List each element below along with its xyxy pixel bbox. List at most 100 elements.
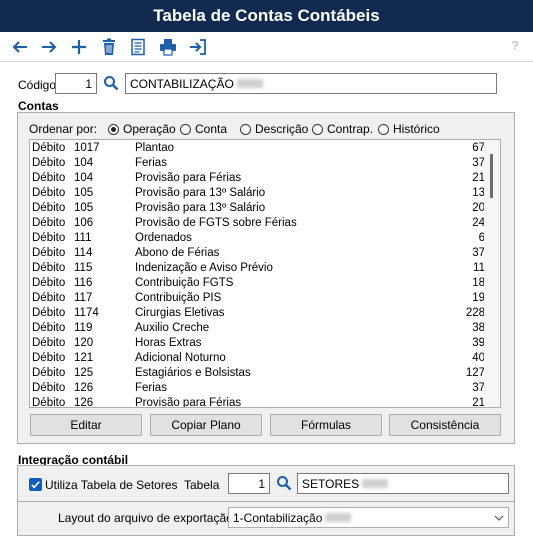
codigo-label: Código (18, 78, 57, 92)
list-row[interactable]: Débito 105 Provisão para 13º Salário 13 (30, 186, 485, 201)
scrollbar-thumb[interactable] (490, 154, 493, 198)
row-operacao: Débito (32, 187, 66, 199)
document-icon[interactable] (127, 36, 149, 58)
list-row[interactable]: Débito 111 Ordenados 6 (30, 231, 485, 246)
row-conta: 104 (74, 157, 94, 169)
radio-contrap[interactable]: Contrap. (312, 122, 373, 136)
row-conta: 106 (74, 217, 94, 229)
list-row[interactable]: Débito 125 Estagiários e Bolsistas 127 (30, 366, 485, 381)
row-descricao: Contribuição FGTS (135, 277, 234, 289)
row-descricao: Contribuição PIS (135, 292, 222, 304)
radio-dot (312, 123, 323, 135)
layout-select[interactable]: 1-Contabilização (228, 507, 509, 528)
row-descricao: Estagiários e Bolsistas (135, 367, 251, 379)
row-conta: 119 (74, 322, 93, 334)
row-operacao: Débito (32, 337, 66, 349)
formulas-button[interactable]: Fórmulas (270, 414, 382, 436)
row-operacao: Débito (32, 352, 66, 364)
radio-descricao[interactable]: Descrição (240, 122, 308, 136)
list-row[interactable]: Débito 104 Ferias 37 (30, 156, 485, 171)
arrow-right-icon[interactable] (38, 36, 60, 58)
list-row[interactable]: Débito 106 Provisão de FGTS sobre Férias 24 (30, 216, 485, 231)
description-input[interactable]: CONTABILIZAÇÃO (125, 73, 497, 94)
chevron-down-icon (490, 508, 508, 527)
row-descricao: Provisão para Férias (135, 397, 242, 408)
radio-operacao[interactable]: Operação (108, 122, 176, 136)
row-operacao: Débito (32, 397, 66, 408)
row-operacao: Débito (32, 142, 66, 154)
order-label: Ordenar por: (29, 122, 98, 136)
search-icon[interactable] (101, 73, 121, 93)
list-row[interactable]: Débito 120 Horas Extras 39 (30, 336, 485, 351)
plus-icon[interactable] (68, 36, 90, 58)
list-row[interactable]: Débito 105 Provisão para 13º Salário 20 (30, 201, 485, 216)
copiar-plano-button[interactable]: Copiar Plano (150, 414, 262, 436)
printer-icon[interactable] (157, 36, 179, 58)
row-conta: 111 (74, 232, 92, 244)
list-row[interactable]: Débito 126 Ferias 37 (30, 381, 485, 396)
row-conta: 120 (74, 337, 94, 349)
contas-list[interactable]: Débito 1017 Plantao 67 Débito 104 Ferias 37 Débi… (29, 139, 501, 408)
row-operacao: Débito (32, 292, 66, 304)
list-row[interactable]: Débito 1017 Plantao 67 (30, 141, 485, 156)
window-title-bar: Tabela de Contas Contábeis (0, 0, 533, 32)
row-descricao: Provisão para 13º Salário (135, 187, 266, 199)
row-descricao: Ferias (135, 157, 167, 169)
vertical-scrollbar[interactable] (484, 140, 500, 407)
list-row[interactable]: Débito 117 Contribuição PIS 19 (30, 291, 485, 306)
list-row[interactable]: Débito 104 Provisão para Férias 21 (30, 171, 485, 186)
radio-historico[interactable]: Histórico (378, 122, 440, 136)
list-row[interactable]: Débito 119 Auxilio Creche 38 (30, 321, 485, 336)
list-row[interactable]: Débito 115 Indenização e Aviso Prévio 11 (30, 261, 485, 276)
radio-dot (180, 123, 191, 135)
row-operacao: Débito (32, 322, 66, 334)
row-descricao: Provisão de FGTS sobre Férias (135, 217, 297, 229)
row-operacao: Débito (32, 232, 66, 244)
search-icon[interactable] (274, 473, 294, 493)
utiliza-setores-checkbox[interactable] (29, 478, 42, 491)
row-conta: 115 (74, 262, 93, 274)
row-conta: 1017 (74, 142, 100, 154)
row-operacao: Débito (32, 262, 66, 274)
toolbar: ? (0, 32, 533, 62)
row-descricao: Adicional Noturno (135, 352, 226, 364)
list-row[interactable]: Débito 126 Provisão para Férias 21 (30, 396, 485, 408)
radio-conta[interactable]: Conta (180, 122, 227, 136)
tabela-input[interactable]: 1 (228, 473, 270, 494)
codigo-input[interactable]: 1 (55, 73, 97, 94)
row-conta: 126 (74, 382, 94, 394)
row-descricao: Plantao (135, 142, 175, 154)
row-conta: 104 (74, 172, 94, 184)
row-operacao: Débito (32, 172, 66, 184)
row-descricao: Auxilio Creche (135, 322, 210, 334)
row-descricao: Ferias (135, 382, 167, 394)
arrow-left-icon[interactable] (9, 36, 31, 58)
row-operacao: Débito (32, 217, 66, 229)
list-row[interactable]: Débito 1174 Cirurgias Eletivas 228 (30, 306, 485, 321)
trash-icon[interactable] (98, 36, 120, 58)
contas-title: Contas (18, 99, 59, 113)
list-row[interactable]: Débito 116 Contribuição FGTS 18 (30, 276, 485, 291)
consistencia-button[interactable]: Consistência (389, 414, 501, 436)
row-conta: 116 (74, 277, 93, 289)
window-title: Tabela de Contas Contábeis (153, 6, 380, 25)
row-descricao: Abono de Férias (135, 247, 220, 259)
row-operacao: Débito (32, 277, 66, 289)
help-icon[interactable]: ? (511, 38, 519, 53)
list-row[interactable]: Débito 114 Abono de Férias 37 (30, 246, 485, 261)
setores-input[interactable]: SETORES (297, 473, 509, 494)
layout-label: Layout do arquivo de exportação (58, 511, 233, 525)
row-conta: 105 (74, 187, 94, 199)
exit-icon[interactable] (187, 36, 209, 58)
list-row[interactable]: Débito 121 Adicional Noturno 40 (30, 351, 485, 366)
row-operacao: Débito (32, 202, 66, 214)
row-conta: 121 (74, 352, 94, 364)
row-operacao: Débito (32, 367, 66, 379)
row-operacao: Débito (32, 247, 66, 259)
row-descricao: Cirurgias Eletivas (135, 307, 225, 319)
radio-dot (378, 123, 389, 135)
editar-button[interactable]: Editar (30, 414, 142, 436)
radio-dot (108, 123, 119, 135)
row-historico: 228 (465, 307, 485, 319)
row-conta: 125 (74, 367, 94, 379)
